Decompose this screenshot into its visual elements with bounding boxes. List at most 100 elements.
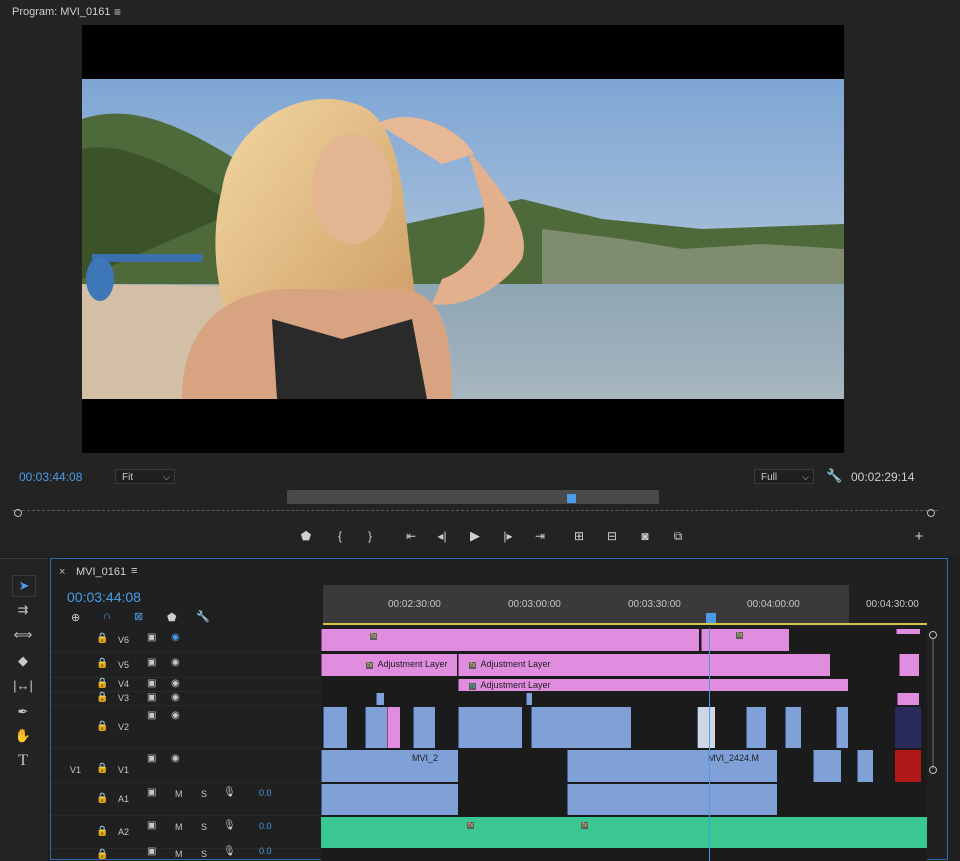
lock-icon[interactable]: 🔒 — [96, 633, 108, 644]
clip-v1[interactable]: MVI_2 — [321, 750, 458, 782]
add-marker-icon[interactable]: ⬟ — [167, 611, 177, 624]
camera-icon[interactable]: ◙ — [635, 528, 655, 544]
lock-icon[interactable]: 🔒 — [96, 721, 108, 732]
hand-tool-icon[interactable]: ✋ — [12, 726, 34, 746]
lock-icon[interactable]: 🔒 — [96, 692, 108, 703]
ripple-edit-tool-icon[interactable]: ⟺ — [12, 625, 34, 645]
snap-icon[interactable]: ∩ — [103, 610, 111, 622]
clip-v6-pink[interactable]: fx — [701, 629, 789, 651]
solo-button[interactable]: S — [201, 849, 207, 859]
clip-v1[interactable]: MVI_2424.M — [567, 750, 777, 782]
wrench-icon[interactable]: 🔧 — [826, 468, 842, 484]
clip-v2[interactable] — [697, 707, 715, 748]
scroll-handle-right[interactable] — [927, 509, 935, 517]
current-timecode[interactable]: 00:03:44:08 — [19, 470, 82, 484]
mute-button[interactable]: M — [175, 822, 183, 832]
close-icon[interactable]: × — [59, 566, 65, 578]
lock-icon[interactable]: 🔒 — [96, 658, 108, 669]
microphone-icon[interactable]: 🎙 — [223, 846, 236, 857]
sequence-tab[interactable]: MVI_0161 — [76, 566, 126, 578]
clip-v1[interactable] — [857, 750, 873, 782]
clip-v2[interactable] — [387, 707, 400, 748]
sync-lock-icon[interactable]: ▣ — [147, 787, 156, 798]
track-area[interactable]: fx fx fx Adjustment Layer fx Adjustment La… — [321, 628, 927, 861]
eye-icon[interactable]: ◉ — [171, 657, 180, 668]
playhead-head[interactable] — [706, 613, 716, 623]
clip-v3[interactable] — [376, 693, 384, 705]
pen-tool-icon[interactable]: ✒ — [12, 702, 34, 722]
scroll-handle-top[interactable] — [929, 631, 937, 639]
clip-v3[interactable] — [897, 693, 919, 705]
work-area-bar[interactable] — [323, 623, 927, 625]
audio-clip-a1[interactable] — [321, 784, 458, 815]
step-forward-icon[interactable]: |▸ — [498, 528, 518, 544]
eye-icon[interactable]: ◉ — [171, 692, 180, 703]
clip-adjustment-layer[interactable]: fx Adjustment Layer — [458, 654, 830, 676]
clip-v2[interactable] — [323, 707, 347, 748]
marker-icon[interactable]: ⬟ — [296, 528, 316, 544]
volume-value[interactable]: 0.0 — [259, 846, 272, 856]
linked-selection-icon[interactable]: ⊠ — [134, 610, 143, 623]
panel-title[interactable]: Program: MVI_0161 — [12, 6, 110, 18]
clip-v2[interactable] — [365, 707, 387, 748]
clip-v2[interactable] — [458, 707, 522, 748]
clip-v6-pink[interactable]: fx — [321, 629, 699, 651]
compare-icon[interactable]: ⧉ — [668, 528, 688, 544]
scroll-handle-bottom[interactable] — [929, 766, 937, 774]
play-icon[interactable]: ▶ — [465, 528, 485, 544]
volume-value[interactable]: 0.0 — [259, 788, 272, 798]
clip-v2[interactable] — [413, 707, 435, 748]
clip-v1-red[interactable] — [895, 750, 921, 782]
hamburger-icon[interactable]: ≡ — [114, 5, 121, 19]
clip-v2[interactable] — [746, 707, 766, 748]
mark-in-button[interactable]: { — [330, 528, 350, 544]
sync-lock-icon[interactable]: ▣ — [147, 710, 156, 721]
sync-lock-icon[interactable]: ▣ — [147, 678, 156, 689]
microphone-icon[interactable]: 🎙 — [223, 820, 236, 831]
clip-v2[interactable] — [836, 707, 848, 748]
slip-tool-icon[interactable]: |↔| — [12, 676, 34, 696]
extract-icon[interactable]: ⊟ — [602, 528, 622, 544]
sync-lock-icon[interactable]: ▣ — [147, 657, 156, 668]
eye-off-icon[interactable]: ◉ — [171, 632, 180, 643]
eye-icon[interactable]: ◉ — [171, 678, 180, 689]
clip-adjustment-layer[interactable]: fx Adjustment Layer — [458, 679, 848, 691]
sync-lock-icon[interactable]: ▣ — [147, 632, 156, 643]
timeline-timecode[interactable]: 00:03:44:08 — [67, 589, 141, 605]
clip-v5-pink[interactable] — [899, 654, 919, 676]
add-button[interactable]: + — [909, 529, 929, 545]
track-select-tool-icon[interactable]: ⇉ — [12, 600, 34, 620]
clip-v2-thumbnail[interactable] — [895, 707, 921, 748]
nest-icon[interactable]: ⊕ — [71, 611, 80, 624]
lock-icon[interactable]: 🔒 — [96, 826, 108, 837]
playhead-marker[interactable] — [567, 494, 576, 503]
settings-wrench-icon[interactable]: 🔧 — [196, 610, 210, 623]
lock-icon[interactable]: 🔒 — [96, 678, 108, 689]
quality-dropdown[interactable]: Full ⌵ — [754, 469, 814, 484]
playhead-line[interactable] — [709, 628, 710, 861]
solo-button[interactable]: S — [201, 789, 207, 799]
mute-button[interactable]: M — [175, 789, 183, 799]
clip-v1[interactable] — [813, 750, 841, 782]
lock-icon[interactable]: 🔒 — [96, 763, 108, 774]
lock-icon[interactable]: 🔒 — [96, 793, 108, 804]
audio-clip-a2[interactable]: fx fx — [321, 817, 927, 848]
razor-tool-icon[interactable]: ◆ — [12, 651, 34, 671]
sync-lock-icon[interactable]: ▣ — [147, 846, 156, 857]
sync-lock-icon[interactable]: ▣ — [147, 753, 156, 764]
eye-icon[interactable]: ◉ — [171, 753, 180, 764]
vertical-scrollbar[interactable] — [932, 639, 934, 769]
hamburger-icon[interactable]: ≡ — [131, 565, 137, 577]
clip-adjustment-layer[interactable]: fx Adjustment Layer — [321, 654, 457, 676]
selection-tool-icon[interactable]: ➤ — [12, 575, 36, 597]
audio-clip-a1[interactable] — [567, 784, 777, 815]
volume-value[interactable]: 0.0 — [259, 821, 272, 831]
type-tool-icon[interactable]: T — [12, 751, 34, 771]
sync-lock-icon[interactable]: ▣ — [147, 692, 156, 703]
mute-button[interactable]: M — [175, 849, 183, 859]
lock-icon[interactable]: 🔒 — [96, 849, 108, 860]
mark-out-button[interactable]: } — [360, 528, 380, 544]
go-to-out-icon[interactable]: ⇥ — [530, 528, 550, 544]
clip-v6-pink[interactable] — [896, 629, 920, 634]
scroll-handle-left[interactable] — [14, 509, 22, 517]
